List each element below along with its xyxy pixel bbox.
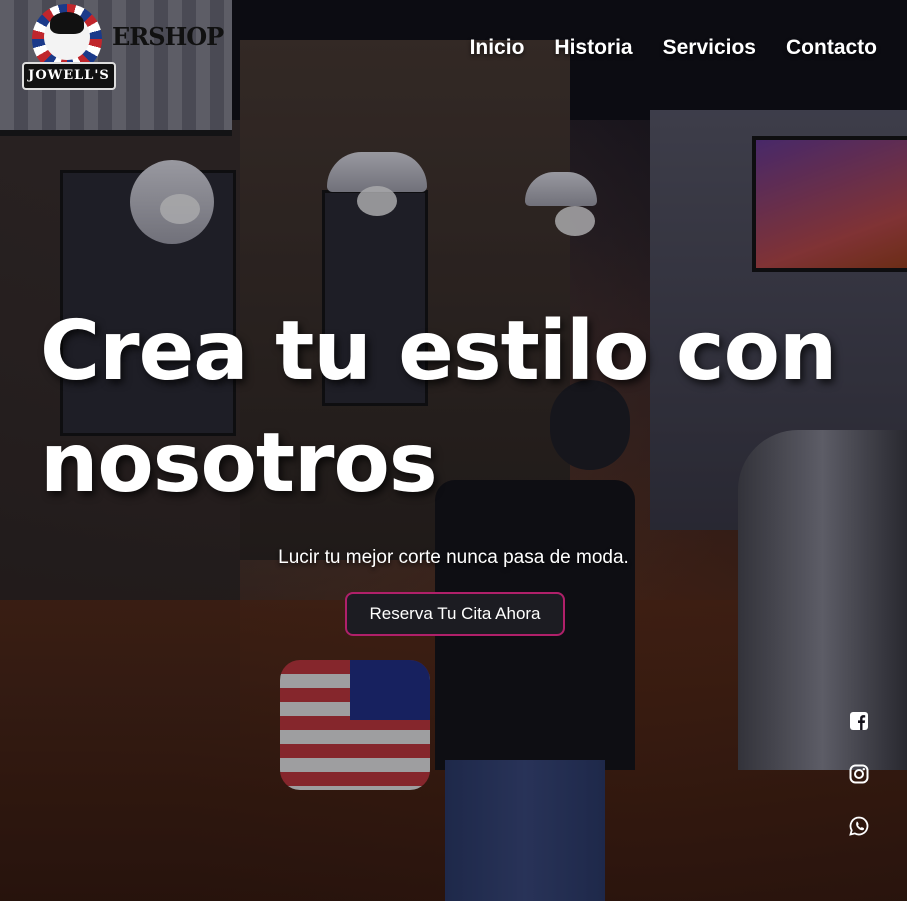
whatsapp-icon[interactable]: [848, 815, 870, 837]
logo-banner: JOWELL'S: [22, 62, 116, 90]
nav-item-historia[interactable]: Historia: [554, 36, 632, 60]
nav-item-servicios[interactable]: Servicios: [663, 36, 756, 60]
logo-face-icon: [44, 12, 90, 60]
brand-logo[interactable]: JOWELL'S: [22, 4, 116, 90]
book-appointment-button[interactable]: Reserva Tu Cita Ahora: [345, 592, 565, 636]
instagram-icon[interactable]: [848, 763, 870, 785]
main-nav: Inicio Historia Servicios Contacto: [470, 36, 877, 60]
nav-item-inicio[interactable]: Inicio: [470, 36, 525, 60]
sign-text: ERSHOP: [112, 22, 224, 51]
hero-subtitle: Lucir tu mejor corte nunca pasa de moda.: [278, 547, 629, 568]
hero-headline: Crea tu estilo con nosotros: [40, 304, 837, 511]
nav-item-contacto[interactable]: Contacto: [786, 36, 877, 60]
facebook-icon[interactable]: [848, 710, 870, 732]
